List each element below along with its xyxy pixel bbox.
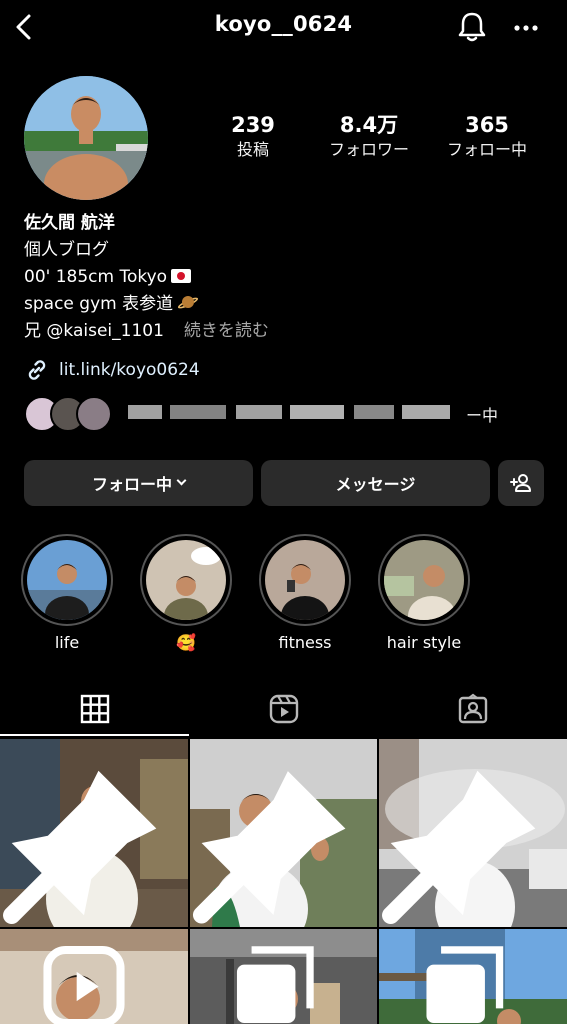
highlight-hair-style[interactable]: hair style	[378, 534, 470, 655]
profile-tabs	[0, 684, 567, 736]
pin-icon	[3, 770, 157, 924]
bio-line-2: space gym 表参道	[24, 291, 544, 318]
highlight-fitness[interactable]: fitness	[259, 534, 351, 655]
followed-by-row[interactable]: ー中	[24, 394, 544, 434]
highlight-label: life	[54, 633, 80, 652]
mini-avatar	[76, 396, 112, 432]
highlight-label: 🥰	[176, 633, 196, 652]
bio-line-2-text: space gym 表参道	[24, 294, 174, 314]
pixelated-text	[128, 405, 162, 419]
message-button[interactable]: メッセージ	[261, 460, 490, 506]
post-thumbnail[interactable]	[379, 739, 567, 927]
post-thumbnail[interactable]	[190, 739, 377, 927]
read-more-link[interactable]: 続きを読む	[184, 321, 269, 341]
posts-grid	[0, 739, 567, 1024]
highlight-ring	[259, 534, 351, 626]
posts-count: 239 投稿	[215, 112, 291, 162]
followed-by-avatars	[24, 396, 116, 432]
bio-mention[interactable]: 兄 @kaisei_1101	[24, 321, 164, 341]
tab-reels[interactable]	[189, 684, 378, 734]
posts-label: 投稿	[236, 140, 269, 159]
profile-avatar[interactable]	[24, 76, 148, 200]
pixelated-text	[402, 405, 450, 419]
followers-number: 8.4万	[339, 113, 399, 137]
pixelated-text	[170, 405, 226, 419]
highlight-life[interactable]: life	[21, 534, 113, 655]
highlight-cover	[27, 540, 107, 620]
highlight-ring	[378, 534, 470, 626]
carousel-icon	[426, 946, 504, 1024]
highlight-emoji[interactable]: 🥰	[140, 534, 232, 655]
highlight-cover	[265, 540, 345, 620]
planet-icon	[176, 294, 200, 312]
tab-tagged[interactable]	[378, 684, 567, 734]
highlight-label: fitness	[278, 633, 332, 652]
pixelated-text	[236, 405, 282, 419]
highlight-cover	[384, 540, 464, 620]
posts-number: 239	[231, 113, 275, 137]
link-icon	[28, 360, 46, 380]
profile-bio: 佐久間 航洋 個人ブログ 00' 185cm Tokyo space gym 表…	[24, 210, 544, 345]
profile-link-text[interactable]: lit.link/koyo0624	[59, 360, 200, 380]
bio-line-3: 兄 @kaisei_1101 続きを読む	[24, 318, 544, 345]
carousel-icon	[236, 946, 314, 1024]
bio-line-1: 00' 185cm Tokyo	[24, 264, 544, 291]
followed-by-text: ー中	[466, 406, 499, 425]
highlight-label: hair style	[386, 633, 462, 652]
pixelated-text	[290, 405, 344, 419]
post-thumbnail[interactable]	[379, 929, 567, 1024]
grid-icon	[80, 694, 109, 724]
highlight-cover	[146, 540, 226, 620]
profile-link[interactable]: lit.link/koyo0624	[24, 356, 200, 384]
add-person-button[interactable]	[498, 460, 544, 506]
add-person-icon	[510, 474, 531, 492]
pin-icon	[192, 771, 346, 924]
pixelated-text	[354, 405, 394, 419]
reel-clip-icon	[43, 945, 125, 1024]
following-number: 365	[465, 113, 509, 137]
bell-icon[interactable]	[456, 10, 488, 44]
profile-display-name: 佐久間 航洋	[24, 213, 115, 233]
tagged-icon	[458, 693, 487, 724]
pin-icon	[382, 770, 536, 924]
highlight-ring	[140, 534, 232, 626]
bio-line-1-text: 00' 185cm Tokyo	[24, 267, 168, 287]
followers-label: フォロワー	[328, 140, 409, 159]
tab-posts[interactable]	[0, 684, 189, 736]
post-thumbnail[interactable]	[0, 739, 188, 927]
profile-category: 個人ブログ	[24, 240, 109, 260]
reels-icon	[269, 694, 298, 724]
followers-count[interactable]: 8.4万 フォロワー	[318, 112, 420, 162]
chevron-down-icon	[176, 475, 187, 486]
more-horizontal-icon[interactable]	[512, 14, 540, 42]
post-thumbnail[interactable]	[190, 929, 377, 1024]
following-button-label: フォロー中	[91, 475, 172, 494]
highlight-ring	[21, 534, 113, 626]
profile-header: koyo__0624	[0, 0, 567, 56]
post-thumbnail[interactable]	[0, 929, 188, 1024]
following-label: フォロー中	[446, 140, 527, 159]
following-button[interactable]: フォロー中	[24, 460, 253, 506]
message-button-label: メッセージ	[335, 475, 416, 494]
japan-flag-icon	[171, 269, 192, 283]
following-count[interactable]: 365 フォロー中	[436, 112, 538, 162]
